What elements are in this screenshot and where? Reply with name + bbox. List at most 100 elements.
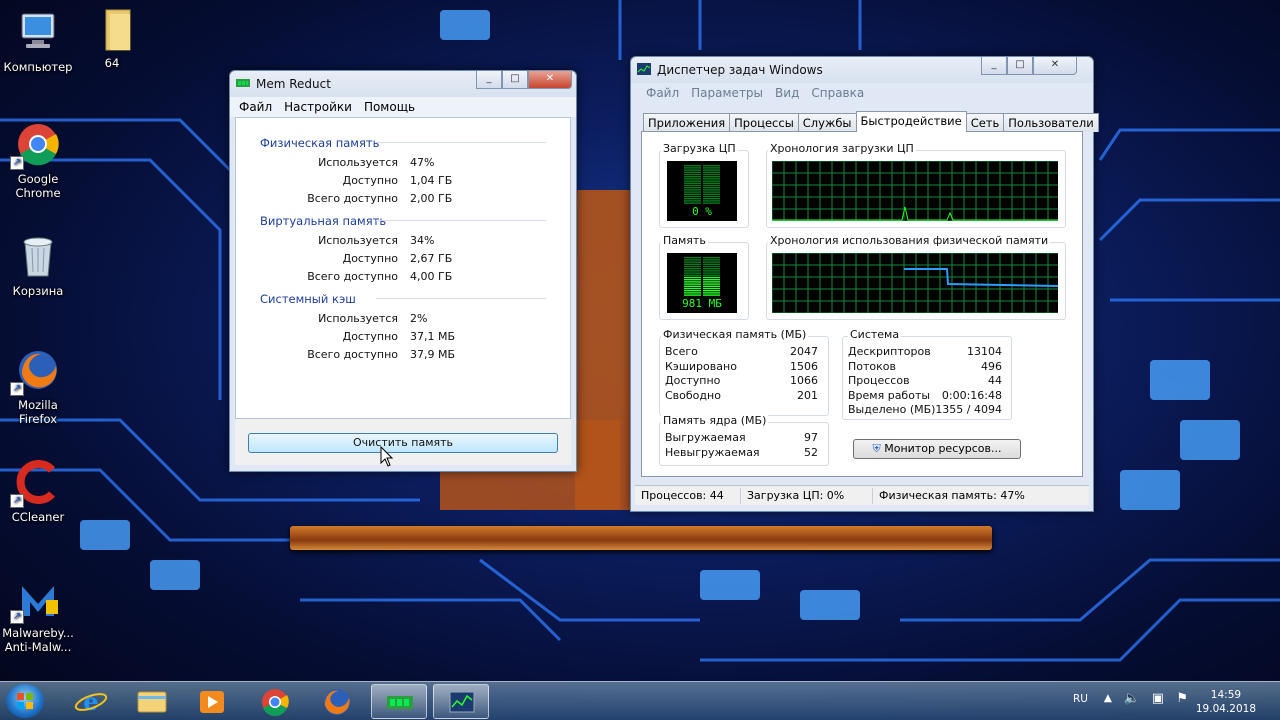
desktop-icon-label: Malwareby... Anti-Malw...	[2, 626, 74, 654]
clean-memory-button[interactable]: Очистить память	[248, 433, 558, 453]
tab-services[interactable]: Службы	[797, 113, 857, 132]
stat-label: Доступно	[665, 374, 721, 387]
meter-segment	[684, 191, 701, 193]
tray-overflow-icon[interactable]: ▲	[1104, 692, 1112, 704]
memreduct-titlebar[interactable]: Mem Reduct _ □ ✕	[230, 71, 576, 97]
maximize-button[interactable]: □	[1007, 57, 1033, 75]
volume-icon[interactable]: 🔈	[1124, 691, 1140, 706]
menu-file[interactable]: Файл	[642, 86, 683, 100]
group-title-virtual: Виртуальная память	[260, 214, 387, 228]
meter-segment	[684, 184, 701, 187]
meter-segment	[703, 178, 720, 180]
action-center-flag-icon[interactable]: ⚑	[1176, 691, 1188, 706]
meter-segment	[684, 290, 701, 292]
cpu-usage-value: 0 %	[692, 205, 712, 218]
taskmgr-titlebar[interactable]: Диспетчер задач Windows _ □ ✕	[631, 57, 1093, 83]
tab-performance[interactable]: Быстродействие	[855, 111, 967, 132]
menu-view[interactable]: Вид	[771, 86, 803, 100]
meter-segment	[684, 193, 701, 195]
tab-processes[interactable]: Процессы	[729, 113, 799, 132]
meter-segment	[684, 171, 701, 173]
start-button[interactable]	[6, 684, 44, 718]
taskbar-media-button[interactable]	[184, 684, 240, 719]
desktop-icon-malwarebytes[interactable]: ↗ Malwareby... Anti-Malw...	[0, 576, 76, 654]
memory-meter: 981 МБ	[667, 253, 737, 313]
taskbar-chrome-button[interactable]	[247, 684, 303, 719]
desktop-icon-chrome[interactable]: ↗ Google Chrome	[0, 122, 76, 200]
tab-users[interactable]: Пользователи	[1003, 113, 1099, 132]
desktop-icon-recycle-bin[interactable]: Корзина	[0, 234, 76, 298]
meter-segment	[684, 259, 701, 261]
language-indicator[interactable]: RU	[1073, 693, 1088, 705]
desktop-icon-computer[interactable]: Компьютер	[0, 10, 76, 74]
memreduct-window[interactable]: Mem Reduct _ □ ✕ Файл Настройки Помощь Ф…	[229, 70, 577, 472]
status-cpu: Загрузка ЦП: 0%	[741, 487, 873, 504]
kernel-memory-title: Память ядра (МБ)	[661, 414, 769, 427]
meter-segment	[684, 285, 701, 287]
meter-segment	[703, 167, 720, 169]
meter-segment	[684, 265, 701, 268]
physical-memory-title: Физическая память (МБ)	[661, 328, 809, 341]
taskbar-ie-button[interactable]: e	[63, 684, 119, 719]
taskmgr-menubar: Файл Параметры Вид Справка	[637, 83, 1087, 103]
menu-options[interactable]: Параметры	[687, 86, 767, 100]
meter-segment	[684, 261, 701, 263]
task-manager-window[interactable]: Диспетчер задач Windows _ □ ✕ Файл Парам…	[630, 56, 1099, 512]
taskbar-explorer-button[interactable]	[124, 684, 180, 719]
minimize-button[interactable]: _	[476, 71, 502, 89]
meter-segment	[684, 165, 701, 167]
tab-applications[interactable]: Приложения	[643, 113, 731, 132]
shortcut-arrow-icon: ↗	[10, 494, 24, 508]
memory-history-title: Хронология использования физической памя…	[768, 234, 1051, 247]
row-value: 2,67 ГБ	[410, 252, 453, 265]
clock-date: 19.04.2018	[1195, 703, 1256, 715]
desktop-icon-ccleaner[interactable]: ↗ CCleaner	[0, 460, 76, 524]
meter-segment	[703, 187, 720, 189]
memreduct-title: Mem Reduct	[256, 77, 331, 91]
menu-file[interactable]: Файл	[235, 100, 276, 114]
shortcut-arrow-icon: ↗	[10, 610, 24, 624]
group-divider	[376, 142, 546, 143]
network-icon[interactable]: ▣	[1152, 691, 1164, 706]
desktop-icon-folder-64[interactable]: 64	[74, 6, 150, 70]
taskbar-taskmgr-button[interactable]	[433, 684, 489, 719]
memory-chip-icon	[387, 696, 413, 709]
minimize-button[interactable]: _	[981, 57, 1007, 75]
meter-segment	[684, 195, 701, 198]
svg-text:e: e	[83, 687, 98, 716]
tray-clock[interactable]: 14:59 19.04.2018	[1196, 688, 1256, 716]
desktop-icon-firefox[interactable]: ↗ Mozilla Firefox	[0, 348, 76, 426]
meter-segment	[703, 290, 720, 292]
stat-label: Выделено (МБ)	[848, 403, 936, 416]
meter-segment	[703, 265, 720, 268]
row-value: 37,9 МБ	[410, 348, 456, 361]
media-player-icon	[200, 691, 224, 713]
taskbar-firefox-button[interactable]	[309, 684, 365, 719]
close-button[interactable]: ✕	[528, 71, 572, 89]
meter-segment	[684, 173, 701, 176]
menu-help[interactable]: Помощь	[360, 100, 419, 114]
meter-segment	[684, 257, 701, 259]
maximize-button[interactable]: □	[502, 71, 528, 89]
system-title: Система	[848, 328, 902, 341]
menu-help[interactable]: Справка	[807, 86, 868, 100]
stat-label: Процессов	[848, 374, 910, 387]
group-title-cache: Системный кэш	[260, 292, 356, 306]
taskbar-memreduct-button[interactable]	[371, 684, 427, 719]
tab-network[interactable]: Сеть	[965, 113, 1005, 132]
memreduct-stats-panel: Физическая память Используется 47% Досту…	[235, 117, 571, 419]
meter-segment	[703, 294, 720, 296]
menu-settings[interactable]: Настройки	[280, 100, 356, 114]
resource-monitor-button[interactable]: ⛨ Монитор ресурсов...	[853, 439, 1021, 459]
meter-segment	[703, 165, 720, 167]
meter-segment	[703, 272, 720, 274]
cpu-meter-bars	[684, 165, 720, 204]
stat-label: Выгружаемая	[665, 431, 746, 444]
shortcut-arrow-icon: ↗	[10, 156, 24, 170]
meter-segment	[703, 279, 720, 281]
close-button[interactable]: ✕	[1033, 57, 1077, 75]
stat-label: Потоков	[848, 360, 896, 373]
desktop-icon-label: Компьютер	[3, 60, 73, 74]
memory-value: 981 МБ	[682, 297, 722, 310]
row-label: Доступно	[342, 330, 398, 343]
